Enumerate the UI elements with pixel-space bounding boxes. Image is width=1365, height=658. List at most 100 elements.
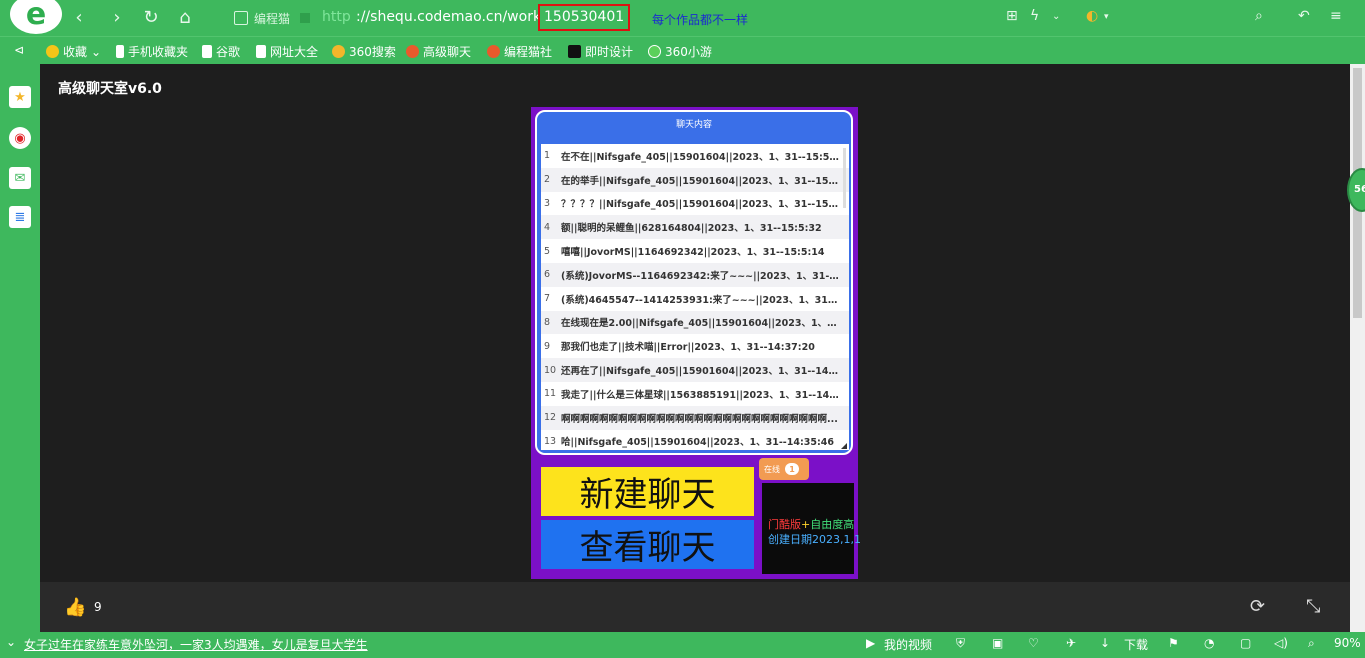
- chat-panel: 聊天内容 1 在不在||Nifsgafe_405||15901604||2023、…: [535, 110, 853, 455]
- work-title: 高级聊天室v6.0: [58, 81, 162, 97]
- chat-message-index: 1: [544, 150, 551, 162]
- lightning-icon[interactable]: ϟ: [1030, 8, 1039, 24]
- heart-icon[interactable]: ♡: [1028, 636, 1039, 650]
- like-count: 9: [94, 600, 102, 614]
- sidebar-toggle-icon[interactable]: ⊲: [14, 43, 24, 57]
- board-line-1: 门酷版+自由度高: [768, 516, 854, 532]
- zoom-level[interactable]: 90%: [1334, 636, 1361, 650]
- cat-icon: [406, 45, 419, 58]
- download-icon[interactable]: ↓: [1100, 636, 1110, 650]
- bookmark-item[interactable]: 360小游: [648, 43, 712, 60]
- online-badge: 在线 1: [759, 458, 809, 480]
- search-icon[interactable]: ⌕: [1255, 8, 1263, 24]
- chat-scrollbar[interactable]: [843, 148, 846, 208]
- bookmark-label: 网址大全: [270, 45, 319, 59]
- chat-message-row: 6 (系统)JovorMS--1164692342:来了~~~||2023、1、3…: [541, 262, 849, 287]
- bookmark-item[interactable]: 编程猫社: [487, 43, 552, 60]
- page-scrollbar[interactable]: [1350, 64, 1365, 632]
- bookmark-label: 高级聊天: [423, 45, 472, 59]
- menu-icon[interactable]: ≡: [1330, 8, 1342, 24]
- chat-message-index: 10: [544, 364, 557, 376]
- url-host: ://shequ.codemao.cn/work/: [356, 9, 546, 25]
- resize-handle-icon[interactable]: [841, 443, 847, 449]
- security-icon[interactable]: [300, 13, 310, 23]
- grid-icon[interactable]: ⊞: [1006, 8, 1018, 24]
- browser-logo-icon[interactable]: e: [10, 0, 62, 34]
- chat-message-index: 4: [544, 221, 551, 233]
- bookmark-item[interactable]: 360搜索: [332, 43, 396, 60]
- undo-icon[interactable]: ↶: [1298, 8, 1310, 24]
- site-favicon-icon: [234, 11, 248, 25]
- game-icon: [648, 45, 661, 58]
- bookmark-label: 收藏: [63, 45, 88, 59]
- bookmark-label: 编程猫社: [504, 45, 553, 59]
- chat-message-row: 11 我走了||什么是三体星球||1563885191||2023、1、31--1…: [541, 382, 849, 406]
- chat-message-row: 4 额||聪明的呆鲤鱼||628164804||2023、1、31--15:5:3…: [541, 215, 849, 240]
- player-controls: 👍 9 ⟳ ⤡: [40, 582, 1350, 632]
- chat-message-row: 9 那我们也走了||技术喵||Error||2023、1、31--14:37:20: [541, 334, 849, 358]
- home-icon[interactable]: ⌂: [174, 7, 196, 29]
- bookmark-item[interactable]: 收藏 ⌄: [46, 43, 101, 60]
- back-arrow-icon[interactable]: ‹: [68, 7, 90, 29]
- weibo-icon[interactable]: ◉: [9, 127, 31, 149]
- my-video-link[interactable]: 我的视频: [884, 636, 932, 653]
- design-icon: [568, 45, 581, 58]
- bookmark-item[interactable]: 谷歌: [202, 43, 240, 60]
- volume-icon[interactable]: ◁): [1274, 636, 1288, 650]
- shield-icon[interactable]: ⛨: [956, 636, 965, 651]
- chat-message-index: 8: [544, 316, 551, 328]
- chat-message-text: 在线现在是2.00||Nifsgafe_405||15901604||2023、…: [561, 318, 839, 330]
- exit-fullscreen-icon[interactable]: ⤡: [1306, 596, 1320, 617]
- news-link[interactable]: 女子过年在家练车意外坠河，一家3人均遇难，女儿是复旦大学生: [24, 636, 368, 653]
- refresh-icon[interactable]: ↻: [140, 7, 162, 29]
- chat-message-row: 13 哈||Nifsgafe_405||15901604||2023、1、31--…: [541, 430, 849, 450]
- bookmark-label: 360搜索: [349, 45, 396, 59]
- bookmark-item[interactable]: 网址大全: [256, 43, 318, 60]
- chat-message-row: 2 在的举手||Nifsgafe_405||15901604||2023、1、31…: [541, 167, 849, 192]
- like-hand-icon[interactable]: 👍: [64, 597, 86, 618]
- chat-message-row: 8 在线现在是2.00||Nifsgafe_405||15901604||2023…: [541, 310, 849, 335]
- chat-message-text: 额||聪明的呆鲤鱼||628164804||2023、1、31--15:5:32: [561, 223, 822, 235]
- bookmark-item[interactable]: 手机收藏夹: [116, 43, 188, 60]
- image-icon[interactable]: ▣: [992, 636, 1003, 650]
- bookmark-item[interactable]: 即时设计: [568, 43, 633, 60]
- window-icon[interactable]: ▢: [1240, 636, 1251, 650]
- pin-icon[interactable]: ✈: [1066, 636, 1076, 650]
- download-link[interactable]: 下载: [1124, 636, 1148, 653]
- page-icon: [256, 45, 266, 58]
- bookmark-label: 谷歌: [216, 45, 241, 59]
- browser-icon[interactable]: ◔: [1204, 636, 1214, 650]
- forward-arrow-icon[interactable]: ›: [106, 7, 128, 29]
- chevron-down-icon[interactable]: ▾: [1104, 12, 1109, 22]
- mail-icon[interactable]: ✉: [9, 167, 31, 189]
- video-icon: ▶: [866, 636, 876, 650]
- 360-icon[interactable]: ◐: [1086, 8, 1098, 24]
- chat-message-index: 12: [544, 412, 557, 424]
- chat-message-index: 11: [544, 388, 557, 400]
- url-work-id: 150530401: [538, 4, 631, 31]
- chevron-down-icon[interactable]: ⌄: [6, 635, 16, 649]
- bookmark-item[interactable]: 高级聊天: [406, 43, 471, 60]
- chat-message-text: 啊啊啊啊啊啊啊啊啊啊啊啊啊啊啊啊啊啊啊啊啊啊啊啊啊啊啊啊...: [561, 413, 838, 425]
- zoom-icon[interactable]: ⌕: [1308, 636, 1315, 651]
- board-line-2: 创建日期2023,1,1: [768, 533, 861, 546]
- chat-message-index: 2: [544, 174, 551, 186]
- chevron-down-icon[interactable]: ⌄: [1052, 11, 1060, 22]
- cat-icon: [487, 45, 500, 58]
- chat-message-text: 那我们也走了||技术喵||Error||2023、1、31--14:37:20: [561, 342, 815, 354]
- bookmark-label: 手机收藏夹: [128, 45, 189, 59]
- board-text: +: [801, 518, 811, 531]
- address-bar[interactable]: 编程猫 http ://shequ.codemao.cn/work/ 15053…: [232, 4, 992, 31]
- document-icon[interactable]: ≣: [9, 206, 31, 228]
- work-stage[interactable]: 聊天内容 1 在不在||Nifsgafe_405||15901604||2023、…: [531, 107, 861, 579]
- chat-message-index: 13: [544, 435, 557, 447]
- flag-icon[interactable]: ⚑: [1168, 636, 1179, 650]
- phone-icon: [116, 45, 124, 58]
- restart-icon[interactable]: ⟳: [1250, 596, 1265, 617]
- favorites-star-icon[interactable]: ★: [9, 86, 31, 108]
- new-chat-button[interactable]: 新建聊天: [541, 467, 754, 516]
- chat-message-text: (系统)JovorMS--1164692342:来了~~~||2023、1、31…: [561, 270, 839, 282]
- chat-message-list[interactable]: 1 在不在||Nifsgafe_405||15901604||2023、1、31-…: [541, 144, 849, 450]
- view-chat-button[interactable]: 查看聊天: [541, 520, 754, 569]
- chat-message-row: 5 嘻嘻||JovorMS||1164692342||2023、1、31--15:…: [541, 239, 849, 263]
